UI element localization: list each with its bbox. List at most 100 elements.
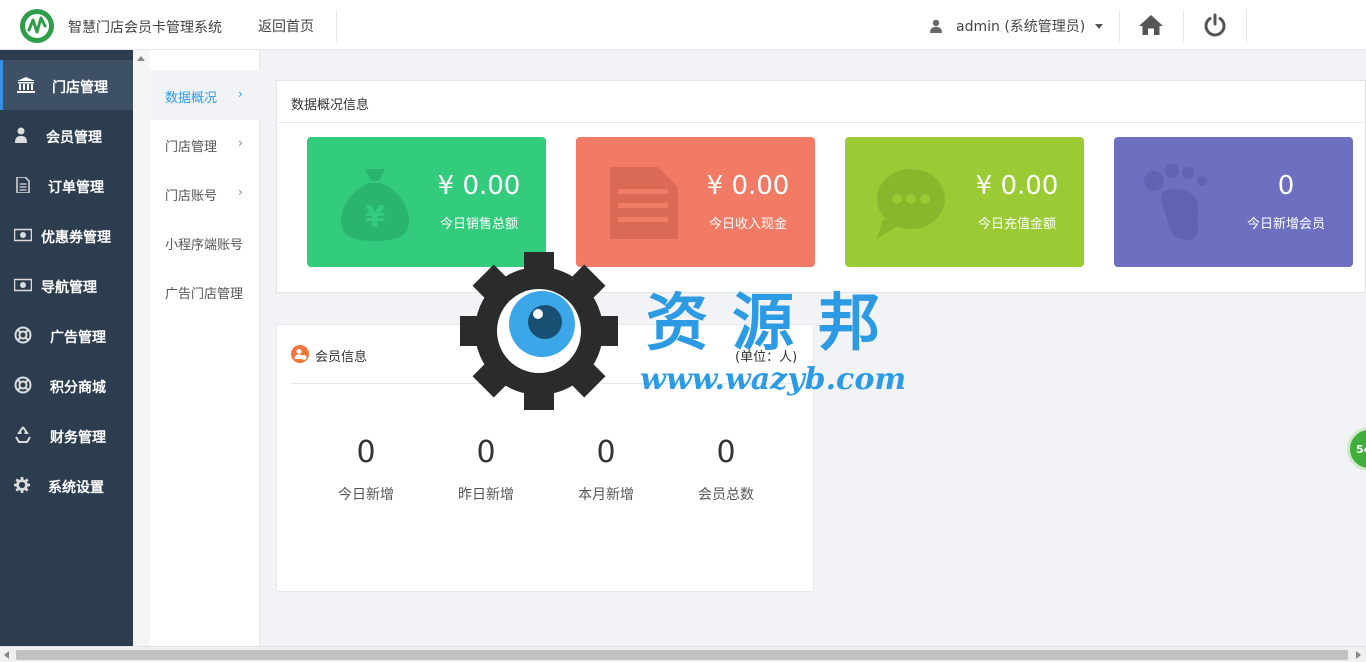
sidebar: 门店管理 会员管理 订单管理 优惠券管理 导航管理 广告管理 积分商城 财务管理…	[0, 50, 133, 662]
member-stat-label: 今日新增	[338, 487, 394, 503]
header: 智慧门店会员卡管理系统 返回首页 admin (系统管理员)	[0, 0, 1366, 50]
member-stat-today: 0 今日新增	[316, 435, 416, 504]
subnav-item-label: 门店管理	[165, 140, 218, 155]
document-icon	[610, 167, 678, 239]
stat-label: 今日新增会员	[1246, 217, 1325, 232]
recharge-card[interactable]: ¥ 0.00 今日充值金额	[845, 137, 1084, 267]
bank-icon	[17, 77, 35, 93]
overview-title: 数据概况信息	[291, 98, 370, 113]
watermark-title: 资源邦	[646, 286, 905, 359]
logo-icon	[20, 9, 54, 43]
header-divider	[336, 10, 337, 42]
member-stat-value: 0	[596, 435, 616, 470]
subnav-item-label: 小程序端账号	[165, 238, 244, 253]
sidebar-item-order[interactable]: 订单管理	[0, 160, 133, 210]
subnav-item-ad-store[interactable]: 广告门店管理	[150, 266, 260, 316]
stat-label: 今日充值金额	[977, 217, 1056, 232]
chevron-right-icon: ›	[238, 136, 243, 150]
sidebar-item-member[interactable]: 会员管理	[0, 110, 133, 160]
sidebar-item-finance[interactable]: 财务管理	[0, 410, 133, 460]
subnav: 数据概况 › 门店管理 › 门店账号 › 小程序端账号 广告门店管理	[150, 50, 260, 646]
floating-badge-text: 54	[1356, 443, 1366, 456]
scroll-left-arrow-icon[interactable]	[4, 651, 9, 659]
scroll-right-arrow-icon[interactable]	[1356, 651, 1361, 659]
home-button[interactable]	[1120, 0, 1182, 50]
sidebar-item-label: 会员管理	[46, 130, 102, 146]
new-member-card[interactable]: 0 今日新增会员	[1114, 137, 1353, 267]
subnav-item-label: 广告门店管理	[165, 287, 244, 302]
sales-total-card[interactable]: ¥ ¥ 0.00 今日销售总额	[307, 137, 546, 267]
stat-label: 今日收入现金	[708, 217, 787, 232]
user-icon	[15, 127, 27, 143]
stat-value: ¥ 0.00	[975, 171, 1059, 201]
stat-value: ¥ 0.00	[706, 171, 790, 201]
floating-badge[interactable]: 54	[1347, 427, 1366, 471]
footprint-icon	[1144, 164, 1207, 241]
recycle-icon	[15, 426, 31, 443]
money-icon	[14, 278, 32, 292]
money-bag-icon: ¥	[341, 169, 409, 241]
member-stat-label: 昨日新增	[458, 487, 514, 503]
money-icon	[14, 228, 32, 242]
scrollbar-thumb[interactable]	[16, 650, 1348, 660]
sidebar-item-settings[interactable]: 系统设置	[0, 460, 133, 510]
sidebar-item-coupon[interactable]: 优惠券管理	[0, 210, 133, 260]
divider	[277, 122, 1366, 123]
back-home-link[interactable]: 返回首页	[258, 16, 314, 36]
user-name: admin (系统管理员)	[956, 19, 1086, 35]
app-title: 智慧门店会员卡管理系统	[68, 20, 222, 36]
member-stat-yesterday: 0 昨日新增	[436, 435, 536, 504]
sidebar-item-label: 系统设置	[48, 480, 104, 496]
svg-text:¥: ¥	[365, 200, 386, 235]
home-icon	[1139, 15, 1163, 35]
member-title: 会员信息	[315, 350, 368, 365]
member-badge-icon	[291, 345, 309, 363]
gear-eye-logo-icon	[460, 252, 618, 410]
subnav-item-miniprogram-account[interactable]: 小程序端账号	[150, 217, 260, 267]
sidebar-item-navigation[interactable]: 导航管理	[0, 260, 133, 310]
subnav-item-store-manage[interactable]: 门店管理 ›	[150, 119, 260, 169]
chat-bubble-icon	[877, 169, 945, 239]
sidebar-item-label: 财务管理	[50, 430, 106, 446]
stat-value: 0	[1277, 171, 1295, 201]
chevron-down-icon	[1095, 23, 1104, 29]
sidebar-item-label: 积分商城	[50, 380, 106, 396]
sidebar-item-points-mall[interactable]: 积分商城	[0, 360, 133, 410]
chevron-right-icon: ›	[238, 87, 243, 101]
scroll-up-arrow-icon[interactable]	[137, 56, 145, 61]
sidebar-item-store[interactable]: 门店管理	[0, 60, 133, 110]
member-stat-total: 0 会员总数	[676, 435, 776, 504]
lifebuoy-icon	[14, 326, 32, 344]
sidebar-item-ads[interactable]: 广告管理	[0, 310, 133, 360]
horizontal-scrollbar[interactable]	[0, 646, 1366, 662]
member-stat-value: 0	[356, 435, 376, 470]
power-icon	[1204, 13, 1226, 37]
cash-income-card[interactable]: ¥ 0.00 今日收入现金	[576, 137, 815, 267]
subnav-item-label: 门店账号	[165, 189, 218, 204]
sidebar-item-label: 门店管理	[52, 80, 108, 96]
stat-value: ¥ 0.00	[437, 171, 521, 201]
watermark-url: www.wazyb.com	[640, 362, 907, 397]
subnav-item-store-account[interactable]: 门店账号 ›	[150, 168, 260, 218]
subnav-item-overview[interactable]: 数据概况 ›	[150, 70, 260, 120]
member-stat-label: 本月新增	[578, 487, 634, 503]
chevron-right-icon: ›	[238, 185, 243, 199]
user-icon	[930, 19, 942, 33]
logout-button[interactable]	[1184, 0, 1246, 50]
sidebar-item-label: 订单管理	[48, 180, 104, 196]
sidebar-scrollbar[interactable]	[133, 50, 150, 646]
member-stat-month: 0 本月新增	[556, 435, 656, 504]
watermark: 资源邦 www.wazyb.com	[458, 250, 918, 412]
sidebar-item-label: 优惠券管理	[41, 230, 111, 246]
header-divider	[1246, 10, 1247, 42]
member-stat-label: 会员总数	[698, 487, 754, 503]
gear-icon	[14, 477, 30, 493]
member-stat-value: 0	[716, 435, 736, 470]
subnav-item-label: 数据概况	[165, 91, 218, 106]
lifebuoy-icon	[14, 376, 32, 394]
member-stat-value: 0	[476, 435, 496, 470]
user-menu[interactable]: admin (系统管理员)	[930, 16, 1104, 36]
sidebar-item-label: 导航管理	[41, 280, 97, 296]
document-icon	[16, 177, 30, 193]
sidebar-item-label: 广告管理	[50, 330, 106, 346]
